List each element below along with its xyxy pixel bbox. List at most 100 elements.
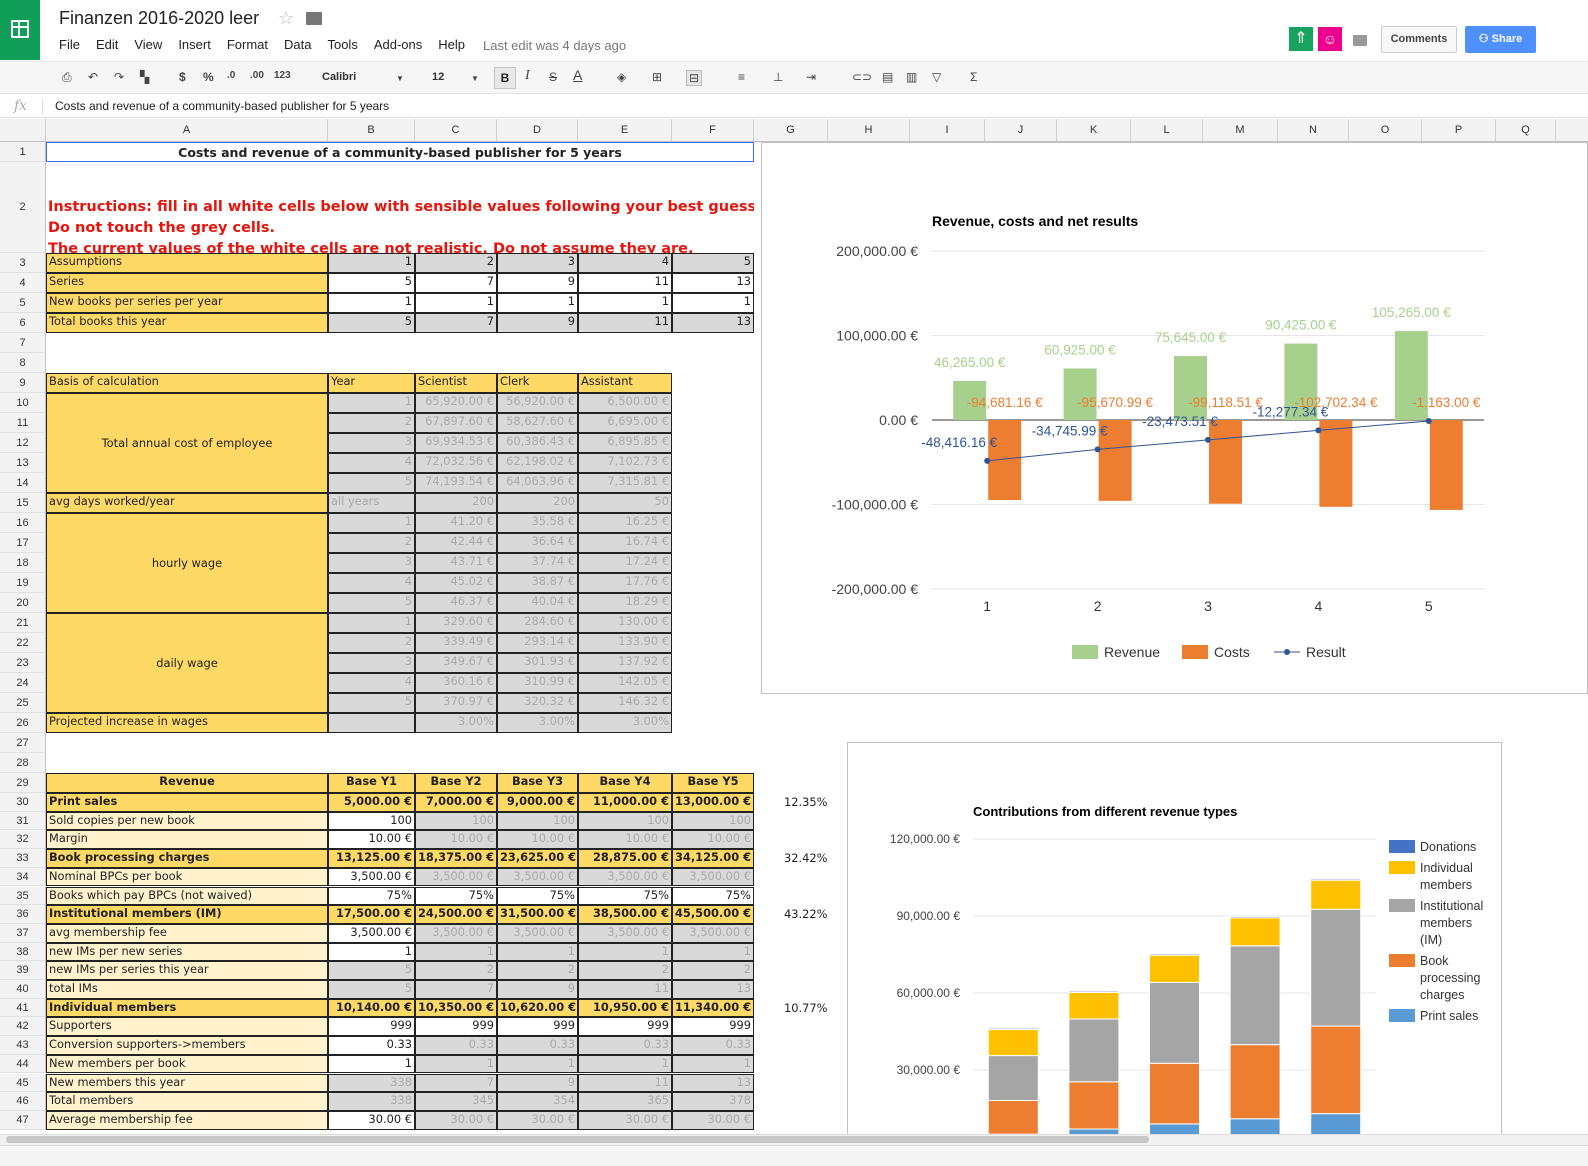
scrollbar-thumb[interactable] <box>6 1136 1149 1143</box>
revenue-value[interactable]: 10.00 € <box>578 830 672 850</box>
revenue-value[interactable]: 75% <box>415 886 497 906</box>
revenue-label[interactable]: Conversion supporters->members <box>46 1036 328 1055</box>
row-header[interactable]: 4 <box>0 273 46 293</box>
revenue-value[interactable]: 3,500.00 € <box>415 923 497 943</box>
revenue-value[interactable]: 354 <box>497 1092 578 1111</box>
calc-cell[interactable]: 3 <box>328 433 415 453</box>
revenue-value[interactable]: 3,500.00 € <box>672 923 754 943</box>
calc-cell[interactable]: 5 <box>328 593 415 613</box>
stacked-bar-segment[interactable] <box>1149 1062 1200 1125</box>
calc-cell[interactable]: 1 <box>328 393 415 413</box>
revenue-label[interactable]: Average membership fee <box>46 1110 328 1130</box>
result-point[interactable] <box>1315 427 1322 434</box>
row-header[interactable]: 43 <box>0 1036 46 1055</box>
row-header[interactable]: 21 <box>0 613 46 633</box>
revenue-value[interactable]: 2 <box>497 961 578 980</box>
row-header[interactable]: 19 <box>0 573 46 593</box>
stacked-bar-segment[interactable] <box>987 1027 1039 1031</box>
revenue-value[interactable]: 2 <box>415 961 497 980</box>
stacked-bar-segment[interactable] <box>1310 879 1362 910</box>
comment-icon[interactable]: ▤ <box>882 70 893 84</box>
stacked-bar-segment[interactable] <box>1229 945 1281 1046</box>
wrap-icon[interactable]: ⇥ <box>806 70 816 84</box>
calc-cell[interactable]: 320.32 € <box>497 693 578 713</box>
revenue-value[interactable]: 1 <box>578 1054 672 1074</box>
redo-icon[interactable]: ↷ <box>114 70 124 84</box>
revenue-value[interactable]: 3,500.00 € <box>328 867 415 887</box>
result-point[interactable] <box>1094 446 1101 453</box>
result-point[interactable] <box>984 457 991 464</box>
revenue-label[interactable]: Books which pay BPCs (not waived) <box>46 886 328 906</box>
menu-add-ons[interactable]: Add-ons <box>374 37 422 52</box>
calc-cell[interactable]: 5 <box>328 693 415 713</box>
calc-cell[interactable]: 62,198.02 € <box>497 453 578 473</box>
revenue-value[interactable]: 3,500.00 € <box>497 923 578 943</box>
currency-format-button[interactable]: $ <box>179 70 186 84</box>
total-cost-label[interactable]: Total annual cost of employee <box>46 393 328 493</box>
revenue-value[interactable]: 13,000.00 € <box>672 793 754 812</box>
row-header[interactable]: 38 <box>0 942 46 962</box>
calc-cell[interactable]: 310.99 € <box>497 673 578 693</box>
revenue-value[interactable]: 38,500.00 € <box>578 905 672 924</box>
font-select[interactable]: Calibri <box>322 71 356 83</box>
stacked-bar-segment[interactable] <box>987 1029 1039 1057</box>
assumption-value[interactable]: 11 <box>578 313 672 333</box>
revenue-value[interactable]: 3,500.00 € <box>497 867 578 887</box>
addon-owl-icon[interactable]: ☺ <box>1318 27 1342 51</box>
revenue-value[interactable]: 45,500.00 € <box>672 905 754 924</box>
column-header[interactable]: H <box>828 119 910 141</box>
row-header[interactable]: 35 <box>0 886 46 906</box>
revenue-label[interactable]: avg membership fee <box>46 923 328 943</box>
calc-cell[interactable]: 41.20 € <box>415 513 497 533</box>
row-header[interactable]: 40 <box>0 980 46 999</box>
row-header[interactable]: 20 <box>0 593 46 613</box>
row-header[interactable]: 16 <box>0 513 46 533</box>
assumption-value[interactable]: 1 <box>328 293 415 313</box>
calc-cell[interactable]: 36.64 € <box>497 533 578 553</box>
calc-cell[interactable]: 6,695.00 € <box>578 413 672 433</box>
print-icon[interactable]: ⎙ <box>62 70 72 85</box>
row-header[interactable]: 18 <box>0 553 46 573</box>
calc-cell[interactable]: 130.00 € <box>578 613 672 633</box>
revenue-value[interactable]: 30.00 € <box>497 1110 578 1130</box>
calc-cell[interactable]: 2 <box>328 413 415 433</box>
revenue-share[interactable]: 10.77% <box>782 1001 829 1014</box>
assumption-value[interactable]: 7 <box>415 313 497 333</box>
revenue-value[interactable]: 10,950.00 € <box>578 998 672 1018</box>
revenue-value[interactable]: 10,620.00 € <box>497 998 578 1018</box>
row-header[interactable]: 13 <box>0 453 46 473</box>
column-header[interactable]: M <box>1203 119 1278 141</box>
row-header[interactable]: 36 <box>0 905 46 924</box>
calc-cell[interactable]: 7,315.81 € <box>578 473 672 493</box>
stacked-bar-segment[interactable] <box>1229 1044 1281 1120</box>
chart-revenue-costs[interactable]: Revenue, costs and net results 200,000.00… <box>761 142 1588 694</box>
calc-cell[interactable]: 7,102.73 € <box>578 453 672 473</box>
revenue-value[interactable]: 365 <box>578 1092 672 1111</box>
revenue-value[interactable]: 3,500.00 € <box>578 867 672 887</box>
revenue-value[interactable]: 13 <box>672 980 754 999</box>
percent-format-button[interactable]: % <box>203 70 214 84</box>
revenue-label[interactable]: Book processing charges <box>46 849 328 868</box>
folder-icon[interactable] <box>306 12 322 25</box>
italic-button[interactable]: I <box>525 68 530 84</box>
bold-button[interactable]: B <box>494 67 516 89</box>
assumption-value[interactable]: 1 <box>328 253 415 273</box>
revenue-value[interactable]: 0.33 <box>672 1036 754 1055</box>
revenue-value[interactable]: 100 <box>328 811 415 831</box>
revenue-value[interactable]: 11,000.00 € <box>578 793 672 812</box>
assumption-value[interactable]: 1 <box>415 293 497 313</box>
vertical-align-icon[interactable]: ⊥ <box>773 70 783 84</box>
revenue-label[interactable]: Print sales <box>46 793 328 812</box>
revenue-value[interactable]: 11 <box>578 980 672 999</box>
assumption-label[interactable]: New books per series per year <box>46 293 328 313</box>
filter-icon[interactable]: ▽ <box>932 70 941 84</box>
revenue-share[interactable]: 43.22% <box>782 907 829 920</box>
row-header[interactable]: 17 <box>0 533 46 553</box>
revenue-value[interactable]: 10,350.00 € <box>415 998 497 1018</box>
revenue-label[interactable]: new IMs per new series <box>46 942 328 962</box>
revenue-value[interactable]: 75% <box>672 886 754 906</box>
revenue-label[interactable]: Nominal BPCs per book <box>46 867 328 887</box>
stacked-bar-segment[interactable] <box>1149 953 1200 956</box>
calc-cell[interactable]: 60,386.43 € <box>497 433 578 453</box>
revenue-value[interactable]: 34,125.00 € <box>672 849 754 868</box>
